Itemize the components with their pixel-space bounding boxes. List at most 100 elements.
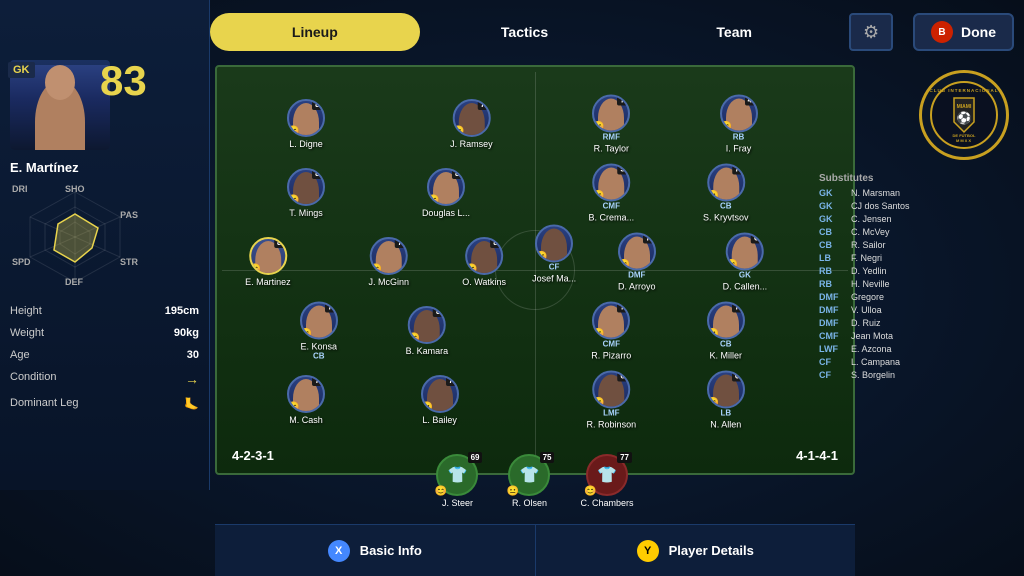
pitch-player[interactable]: 74 😐 CB K. Miller [707, 301, 745, 360]
sub-name: J. Steer [442, 498, 473, 508]
substitute-row[interactable]: DMFD. Ruiz [819, 318, 1019, 328]
player-emoji: 😊 [726, 259, 738, 270]
pitch-player[interactable]: 71 😊 DMF D. Arroyo [618, 232, 656, 291]
player-avatar-mings[interactable]: 80 😊 [287, 168, 325, 206]
player-avatar-callen[interactable]: 69 😊 [726, 232, 764, 270]
pitch-player[interactable]: 59 😊 CMF B. Crema... [589, 163, 635, 222]
tab-lineup[interactable]: Lineup [210, 13, 420, 51]
player-avatar-martinez[interactable]: 83 😊 [249, 237, 287, 275]
player-avatar-pizarro[interactable]: 74 😊 [592, 301, 630, 339]
substitute-row[interactable]: CMFJean Mota [819, 331, 1019, 341]
pitch-player[interactable]: 😊 CF Josef Ma... [532, 224, 576, 283]
player-position: GK [8, 62, 35, 78]
player-emoji: 😐 [707, 328, 719, 339]
player-pos-label: CF [549, 262, 560, 271]
player-pos-label: DMF [628, 270, 645, 279]
svg-text:MIAMI: MIAMI [957, 104, 972, 110]
substitute-row[interactable]: CBC. McVey [819, 227, 1019, 237]
substitute-row[interactable]: LWFE. Azcona [819, 344, 1019, 354]
player-details-button[interactable]: Y Player Details [536, 525, 856, 576]
player-pos-label: CMF [603, 339, 620, 348]
tab-team[interactable]: Team [629, 13, 839, 51]
pitch-player[interactable]: 74 😊 CMF R. Pizarro [591, 301, 631, 360]
player-avatar-konsa[interactable]: 78 😊 [300, 301, 338, 339]
sub-position: GK [819, 214, 847, 224]
basic-info-button[interactable]: X Basic Info [215, 525, 536, 576]
player-avatar-robinson[interactable]: 61 😊 [592, 370, 630, 408]
substitute-row[interactable]: CF L. Campana [819, 357, 1019, 367]
sub-position: CF [819, 357, 847, 367]
sub-player-name: L. Campana [851, 357, 900, 367]
pitch-player[interactable]: 80 😊 L. Digne [287, 99, 325, 149]
player-name-label: D. Arroyo [618, 281, 656, 291]
player-pos-label: GK [739, 270, 751, 279]
pitch-player[interactable]: 74 😊 J. McGinn [368, 237, 409, 287]
substitute-row[interactable]: GKC. Jensen [819, 214, 1019, 224]
player-rating-badge: 64 [732, 370, 745, 381]
sub-position: LWF [819, 344, 847, 354]
pitch-player[interactable]: 45 😊 RB I. Fray [720, 94, 758, 153]
pitch-player[interactable]: 80 😊 B. Kamara [406, 306, 449, 356]
substitute-row[interactable]: RBH. Neville [819, 279, 1019, 289]
substitute-row[interactable]: RBD. Yedlin [819, 266, 1019, 276]
substitute-row[interactable]: DMFV. Ulloa [819, 305, 1019, 315]
player-emoji: 😊 [427, 195, 439, 206]
player-avatar-bailey[interactable]: 79 😐 [421, 375, 459, 413]
player-avatar-kryvtsov[interactable]: 74 😐 [707, 163, 745, 201]
player-avatar-watkins[interactable]: 81 😊 [465, 237, 503, 275]
player-emoji: 😊 [287, 402, 299, 413]
substitute-row[interactable]: LBF. Negri [819, 253, 1019, 263]
player-avatar-crema[interactable]: 59 😊 [592, 163, 630, 201]
pitch-player[interactable]: 81 😊 O. Watkins [462, 237, 506, 287]
pitch-player-selected[interactable]: 83 😊 E. Martinez [245, 237, 291, 287]
player-avatar-digne[interactable]: 80 😊 [287, 99, 325, 137]
player-avatar-ramsey[interactable]: 78 😐 [452, 99, 490, 137]
sub-rating: 69 [468, 452, 483, 463]
player-avatar-kamara[interactable]: 80 😊 [408, 306, 446, 344]
player-emoji: 😊 [408, 333, 420, 344]
height-value: 195cm [165, 305, 199, 317]
pitch-player[interactable]: 78 😊 E. Konsa CB [300, 301, 338, 360]
player-avatar-allen[interactable]: 64 😊 [707, 370, 745, 408]
player-avatar-taylor[interactable]: 70 😊 [592, 94, 630, 132]
substitute-row[interactable]: CBR. Sailor [819, 240, 1019, 250]
weight-value: 90kg [174, 327, 199, 339]
settings-button[interactable]: ⚙ [849, 13, 893, 51]
sub-player-name: S. Borgelin [851, 370, 895, 380]
tab-tactics[interactable]: Tactics [420, 13, 630, 51]
player-avatar-fray[interactable]: 45 😊 [720, 94, 758, 132]
substitute-row[interactable]: DMFGregore [819, 292, 1019, 302]
pitch-player[interactable]: 78 😊 M. Cash [287, 375, 325, 425]
player-avatar-douglas[interactable]: 81 😊 [427, 168, 465, 206]
weight-label: Weight [10, 327, 44, 339]
pitch-player[interactable]: 70 😊 RMF R. Taylor [592, 94, 630, 153]
player-avatar-miller[interactable]: 74 😐 [707, 301, 745, 339]
sub-position: RB [819, 279, 847, 289]
pitch-player[interactable]: 81 😊 Douglas L... [422, 168, 470, 218]
player-avatar-josef[interactable]: 😊 [535, 224, 573, 262]
sub-emoji: 😊 [584, 486, 596, 497]
player-avatar-mcginn[interactable]: 74 😊 [370, 237, 408, 275]
pitch-player[interactable]: 74 😐 CB S. Kryvtsov [703, 163, 749, 222]
player-avatar-cash[interactable]: 78 😊 [287, 375, 325, 413]
player-avatar-arroyo[interactable]: 71 😊 [618, 232, 656, 270]
age-label: Age [10, 349, 30, 361]
substitute-row[interactable]: GKN. Marsman [819, 188, 1019, 198]
pitch-player[interactable]: 64 😊 LB N. Allen [707, 370, 745, 429]
player-emoji: 😊 [707, 397, 719, 408]
pitch-player[interactable]: 79 😐 L. Bailey [421, 375, 459, 425]
pitch-player[interactable]: 78 😐 J. Ramsey [450, 99, 493, 149]
pitch-player[interactable]: 69 😊 GK D. Callen... [723, 232, 768, 291]
player-name-label: K. Miller [710, 350, 743, 360]
sub-player-olsen[interactable]: 👕 75 😐 R. Olsen [508, 454, 550, 508]
stat-label-str: STR [120, 257, 138, 267]
done-button[interactable]: B Done [913, 13, 1014, 51]
player-pos-label: RB [733, 132, 745, 141]
pitch-player[interactable]: 61 😊 LMF R. Robinson [587, 370, 637, 429]
pitch-player[interactable]: 80 😊 T. Mings [287, 168, 325, 218]
sub-player-chambers[interactable]: 👕 77 😊 C. Chambers [580, 454, 633, 508]
substitute-row[interactable]: GKCJ dos Santos [819, 201, 1019, 211]
sub-player-steer[interactable]: 👕 69 😊 J. Steer [436, 454, 478, 508]
substitute-row[interactable]: CFS. Borgelin [819, 370, 1019, 380]
player-name-label: E. Konsa [300, 341, 337, 351]
